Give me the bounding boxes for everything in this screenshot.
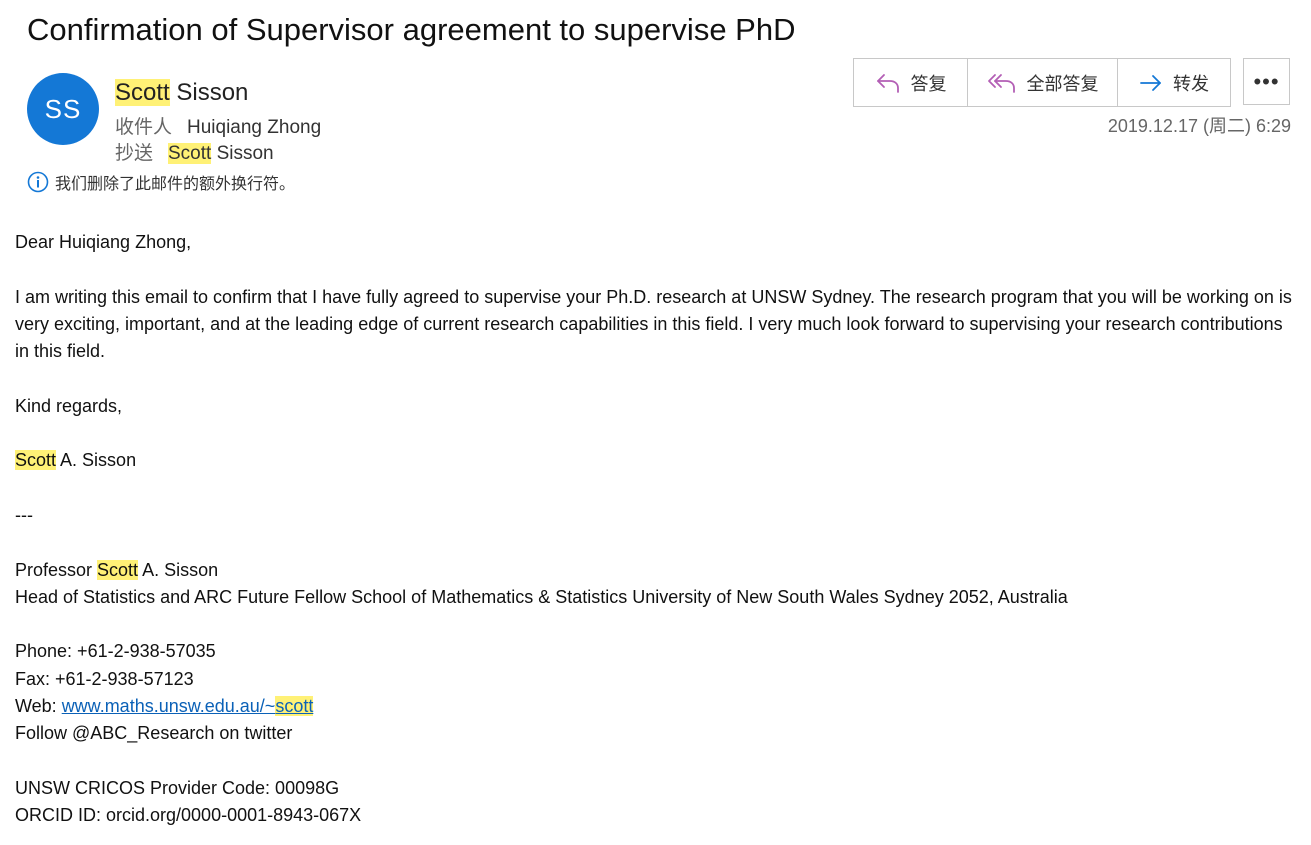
- to-recipient[interactable]: Huiqiang Zhong: [187, 117, 321, 138]
- signature-phone: Phone: +61-2-938-57035: [15, 641, 216, 662]
- signoff: Scott A. Sisson: [15, 447, 1295, 474]
- signoff-first-name: Scott: [15, 450, 57, 471]
- signature-cricos: UNSW CRICOS Provider Code: 00098G: [15, 777, 340, 798]
- web-link-main: www.maths.unsw.edu.au/~: [61, 696, 276, 717]
- reply-label: 答复: [910, 73, 947, 94]
- email-body: Dear Huiqiang Zhong, I am writing this e…: [15, 229, 1295, 830]
- sender-avatar[interactable]: SS: [27, 73, 99, 145]
- web-link[interactable]: www.maths.unsw.edu.au/~scott: [61, 696, 314, 717]
- reply-all-icon: [987, 73, 1015, 93]
- signature-orcid: ORCID ID: orcid.org/0000-0001-8943-067X: [15, 805, 362, 826]
- signature-title: Professor Scott A. Sisson: [15, 557, 1295, 584]
- sender-name[interactable]: Scott Sisson: [115, 79, 248, 107]
- signature-separator: ---: [15, 504, 33, 525]
- message-toolbar: 答复 全部答复 转发: [853, 58, 1231, 107]
- reply-all-label: 全部答复: [1026, 73, 1099, 94]
- forward-label: 转发: [1173, 73, 1209, 94]
- reply-icon: [876, 73, 899, 93]
- closing: Kind regards,: [15, 395, 123, 416]
- signature-fax: Fax: +61-2-938-57123: [15, 668, 194, 689]
- signature-position: Head of Statistics and ARC Future Fellow…: [15, 586, 1068, 607]
- forward-arrow-icon: [1140, 74, 1161, 91]
- sender-last-name: Sisson: [169, 79, 249, 106]
- forward-button[interactable]: 转发: [1118, 59, 1230, 106]
- info-icon: [27, 171, 49, 193]
- signature-web: Web: www.maths.unsw.edu.au/~scott: [15, 693, 1295, 720]
- cc-recipient[interactable]: Scott Sisson: [168, 143, 274, 164]
- reply-all-button[interactable]: 全部答复: [968, 59, 1118, 106]
- web-label: Web:: [15, 696, 62, 717]
- sent-date: 2019.12.17 (周二) 6:29: [1107, 116, 1291, 136]
- sig-title-name: Scott: [97, 559, 139, 580]
- sig-title-pre: Professor: [15, 559, 98, 580]
- to-label: 收件人: [115, 117, 173, 138]
- more-dots-icon: •••: [1253, 68, 1280, 94]
- email-subject: Confirmation of Supervisor agreement to …: [27, 12, 796, 47]
- cc-first-name: Scott: [168, 143, 212, 164]
- line-break-notice: 我们删除了此邮件的额外换行符。: [27, 170, 295, 194]
- notice-text: 我们删除了此邮件的额外换行符。: [55, 176, 296, 193]
- web-link-highlight: scott: [275, 696, 314, 717]
- greeting: Dear Huiqiang Zhong,: [15, 232, 192, 252]
- cc-row: 抄送 Scott Sisson: [115, 138, 274, 165]
- reply-button[interactable]: 答复: [854, 59, 968, 106]
- more-actions-button[interactable]: •••: [1243, 58, 1290, 105]
- signoff-rest: A. Sisson: [56, 450, 137, 471]
- signature-twitter: Follow @ABC_Research on twitter: [15, 723, 293, 744]
- body-paragraph: I am writing this email to confirm that …: [15, 286, 1292, 362]
- recipient-row: 收件人 Huiqiang Zhong: [115, 112, 321, 139]
- cc-label: 抄送: [115, 143, 154, 164]
- sig-title-post: A. Sisson: [138, 559, 219, 580]
- cc-last-name: Sisson: [211, 143, 274, 164]
- sender-first-name: Scott: [115, 79, 170, 106]
